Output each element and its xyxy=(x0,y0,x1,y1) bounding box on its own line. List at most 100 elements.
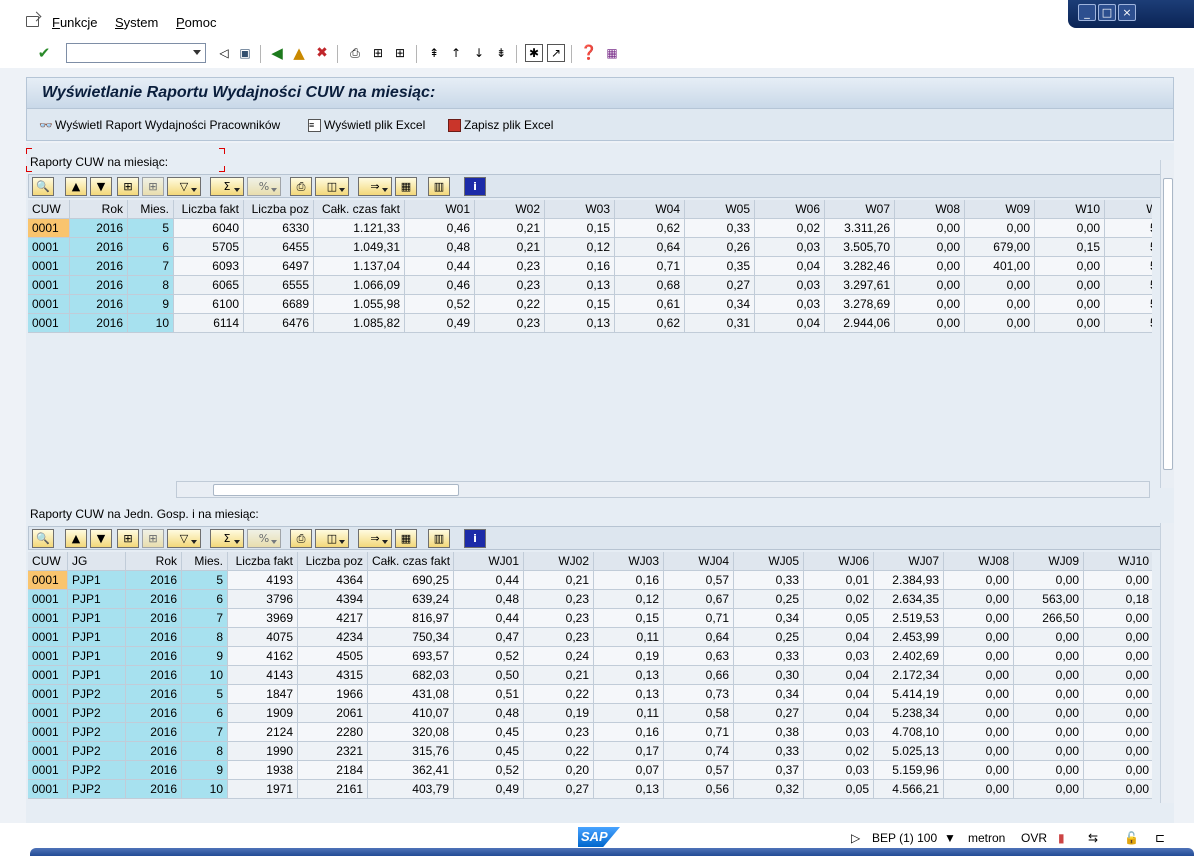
table-cell[interactable]: 0,00 xyxy=(944,761,1014,780)
table-cell[interactable]: 8 xyxy=(128,276,174,295)
table-cell[interactable]: 0,48 xyxy=(454,590,524,609)
table-cell[interactable]: 2016 xyxy=(126,647,182,666)
table-cell[interactable]: PJP1 xyxy=(68,590,126,609)
column-header[interactable]: Całk. czas fakt xyxy=(314,200,405,219)
graphic-icon[interactable]: ▥ xyxy=(428,177,450,196)
table-cell[interactable]: 0,44 xyxy=(454,609,524,628)
filter-icon[interactable]: ▽ xyxy=(167,529,201,548)
table-cell[interactable]: 0,00 xyxy=(965,276,1035,295)
menu-pomoc[interactable]: Pomoc xyxy=(176,15,216,30)
column-header[interactable]: WJ03 xyxy=(594,552,664,571)
table-cell[interactable]: 0001 xyxy=(28,704,68,723)
table-cell[interactable]: 0,52 xyxy=(405,295,475,314)
table-cell[interactable]: 6555 xyxy=(244,276,314,295)
table-cell[interactable]: 6093 xyxy=(174,257,244,276)
column-header[interactable]: Liczba fakt xyxy=(228,552,298,571)
table-cell[interactable]: 0,16 xyxy=(594,723,664,742)
table-cell[interactable]: 0,46 xyxy=(405,219,475,238)
table-cell[interactable]: 0,12 xyxy=(594,590,664,609)
table-cell[interactable]: 2016 xyxy=(126,590,182,609)
table-cell[interactable]: 6 xyxy=(128,238,174,257)
table-cell[interactable]: 4315 xyxy=(298,666,368,685)
table-cell[interactable]: 0001 xyxy=(28,628,68,647)
table-cell[interactable]: 0,11 xyxy=(594,628,664,647)
table-cell[interactable]: 6100 xyxy=(174,295,244,314)
menu-exit-icon[interactable] xyxy=(26,16,39,27)
table-cell[interactable]: 639,24 xyxy=(368,590,454,609)
sort-ascending-icon[interactable]: ▲ xyxy=(65,529,87,548)
shortcut-icon[interactable]: ↗ xyxy=(547,44,565,62)
chevron-down-icon[interactable] xyxy=(193,50,201,55)
table-cell[interactable]: 0,04 xyxy=(755,257,825,276)
find-next-icon[interactable]: ⊞ xyxy=(391,44,409,62)
table-cell[interactable]: 0001 xyxy=(28,276,70,295)
table-cell[interactable]: 0,33 xyxy=(685,219,755,238)
table-cell[interactable]: 0001 xyxy=(28,314,70,333)
table-cell[interactable]: 0,34 xyxy=(734,609,804,628)
table-cell[interactable]: 0,52 xyxy=(454,647,524,666)
table-cell[interactable]: 7 xyxy=(182,723,228,742)
table-cell[interactable]: 0,20 xyxy=(524,761,594,780)
column-header[interactable]: WJ10 xyxy=(1084,552,1152,571)
table-cell[interactable]: 5.159,96 xyxy=(874,761,944,780)
table-cell[interactable]: 0,00 xyxy=(944,666,1014,685)
column-header[interactable]: W01 xyxy=(405,200,475,219)
table-cell[interactable]: 0,13 xyxy=(594,685,664,704)
table-cell[interactable]: 0,34 xyxy=(734,685,804,704)
table-cell[interactable]: 9 xyxy=(182,647,228,666)
table-cell[interactable]: 1990 xyxy=(228,742,298,761)
table-cell[interactable]: 1847 xyxy=(228,685,298,704)
table-cell[interactable]: 0,23 xyxy=(475,314,545,333)
table-cell[interactable]: 0,44 xyxy=(454,571,524,590)
table-cell[interactable]: 2016 xyxy=(126,571,182,590)
column-header[interactable]: Mies. xyxy=(128,200,174,219)
column-header[interactable]: CUW xyxy=(28,200,70,219)
table-cell[interactable]: 0,03 xyxy=(755,276,825,295)
table-cell[interactable]: 0,33 xyxy=(734,742,804,761)
table-cell[interactable]: PJP2 xyxy=(68,685,126,704)
table-cell[interactable]: 0,00 xyxy=(1084,609,1152,628)
table-cell[interactable]: 0,63 xyxy=(664,647,734,666)
column-header[interactable]: W11 xyxy=(1105,200,1152,219)
table-cell[interactable]: 6476 xyxy=(244,314,314,333)
table-cell[interactable]: 0,48 xyxy=(454,704,524,723)
table-cell[interactable]: 1.085,82 xyxy=(314,314,405,333)
table-cell[interactable]: 1966 xyxy=(298,685,368,704)
column-header[interactable]: W03 xyxy=(545,200,615,219)
export-icon[interactable]: ⇒ xyxy=(358,177,392,196)
table-cell[interactable]: 0,00 xyxy=(965,295,1035,314)
table-cell[interactable]: 0001 xyxy=(28,571,68,590)
table-cell[interactable]: 6497 xyxy=(244,257,314,276)
column-header[interactable]: W02 xyxy=(475,200,545,219)
table-cell[interactable]: 816,97 xyxy=(368,609,454,628)
table-cell[interactable]: 0,00 xyxy=(944,780,1014,799)
table-cell[interactable]: 0,73 xyxy=(664,685,734,704)
table-cell[interactable]: 553 xyxy=(1105,257,1152,276)
column-header[interactable]: WJ07 xyxy=(874,552,944,571)
table-cell[interactable]: 2016 xyxy=(126,742,182,761)
table-cell[interactable]: 2016 xyxy=(70,238,128,257)
table-cell[interactable]: 0,57 xyxy=(664,571,734,590)
table-cell[interactable]: 3.297,61 xyxy=(825,276,895,295)
table-cell[interactable]: 682,03 xyxy=(368,666,454,685)
table-cell[interactable]: 0,38 xyxy=(734,723,804,742)
table-cell[interactable]: 0,68 xyxy=(615,276,685,295)
column-header[interactable]: WJ02 xyxy=(524,552,594,571)
table-cell[interactable]: 4505 xyxy=(298,647,368,666)
sort-descending-icon[interactable]: ▼ xyxy=(90,529,112,548)
table-cell[interactable]: 0,64 xyxy=(615,238,685,257)
print-icon[interactable]: ⎙ xyxy=(346,44,364,62)
column-header[interactable]: W06 xyxy=(755,200,825,219)
graphic-icon[interactable]: ▥ xyxy=(428,529,450,548)
table-cell[interactable]: 0,24 xyxy=(524,647,594,666)
table-cell[interactable]: 0,04 xyxy=(804,628,874,647)
table-cell[interactable]: 0,00 xyxy=(944,571,1014,590)
table-cell[interactable]: 0,00 xyxy=(1084,647,1152,666)
table-cell[interactable]: 0,30 xyxy=(734,666,804,685)
table-cell[interactable]: 4364 xyxy=(298,571,368,590)
table-cell[interactable]: 0,23 xyxy=(524,590,594,609)
table-cell[interactable]: 2016 xyxy=(70,314,128,333)
table-cell[interactable]: 0,00 xyxy=(1014,723,1084,742)
info-icon[interactable]: i xyxy=(464,529,486,548)
table-cell[interactable]: 4162 xyxy=(228,647,298,666)
